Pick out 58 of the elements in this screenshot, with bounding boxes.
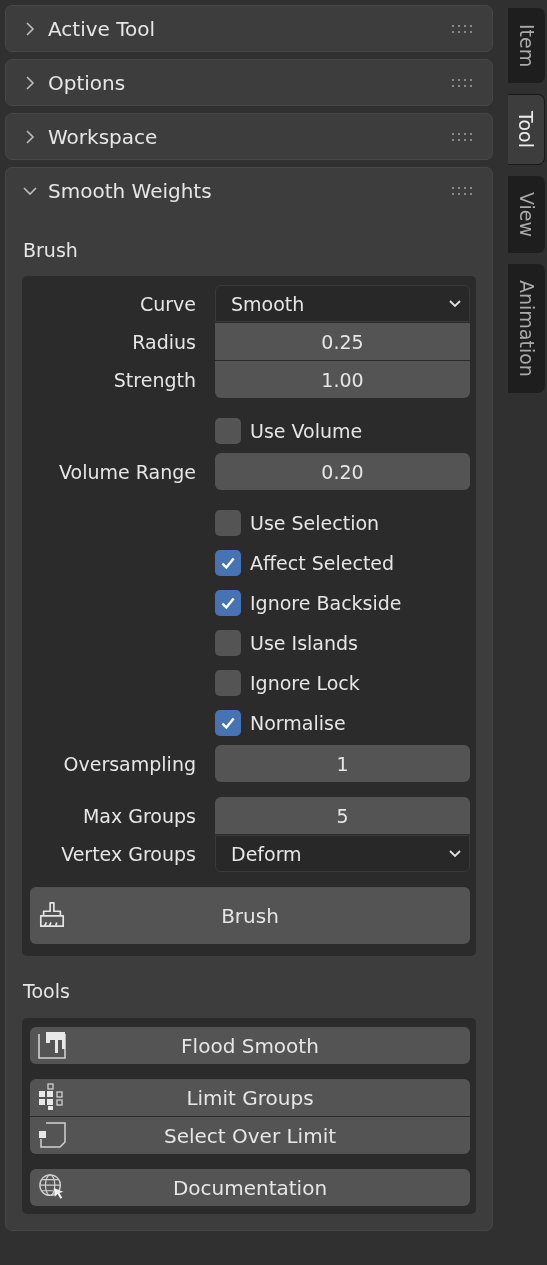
- field-label: Volume Range: [59, 460, 196, 483]
- checkbox[interactable]: [215, 418, 241, 444]
- checkbox[interactable]: [215, 710, 241, 736]
- drag-grip-icon[interactable]: [452, 186, 474, 195]
- field-label: Vertex Groups: [61, 842, 196, 865]
- checkbox[interactable]: [215, 670, 241, 696]
- grid-icon: [38, 1083, 66, 1111]
- brush-icon: [38, 901, 66, 929]
- checkbox-label: Use Volume: [250, 420, 363, 442]
- tool-button[interactable]: Documentation: [30, 1169, 470, 1206]
- panel-title: Smooth Weights: [48, 178, 213, 203]
- brush-button[interactable]: Brush: [30, 887, 470, 944]
- panel-title: Workspace: [48, 124, 159, 149]
- number-field[interactable]: 5: [215, 797, 470, 834]
- number-field[interactable]: 1: [215, 745, 470, 782]
- panel-title: Options: [48, 70, 127, 95]
- drag-grip-icon[interactable]: [452, 24, 474, 33]
- dropdown[interactable]: Smooth: [215, 285, 470, 322]
- dropdown[interactable]: Deform: [215, 835, 470, 872]
- number-field[interactable]: 0.25: [215, 323, 470, 360]
- field-label: Max Groups: [82, 804, 196, 827]
- globe-cursor-icon: [38, 1173, 66, 1201]
- side-tab[interactable]: Item: [508, 8, 545, 84]
- checkbox-label: Use Islands: [250, 632, 358, 654]
- section-label: Tools: [22, 979, 71, 1004]
- caret-icon: [449, 299, 461, 308]
- panel-title: Active Tool: [48, 16, 157, 41]
- panel-header[interactable]: Smooth Weights: [6, 168, 492, 213]
- checkbox[interactable]: [215, 510, 241, 536]
- field-label: Strength: [113, 368, 196, 391]
- checkbox[interactable]: [215, 590, 241, 616]
- tool-button[interactable]: Flood Smooth: [30, 1027, 470, 1064]
- checkbox-label: Normalise: [250, 712, 346, 734]
- panel-header[interactable]: Workspace: [6, 114, 492, 159]
- number-field[interactable]: 0.20: [215, 453, 470, 490]
- number-field[interactable]: 1.00: [215, 361, 470, 398]
- side-tab[interactable]: Tool: [508, 94, 545, 166]
- fill-icon: [38, 1031, 66, 1059]
- section-label: Brush: [22, 238, 79, 263]
- checkbox-label: Affect Selected: [250, 552, 395, 574]
- tool-button[interactable]: Limit Groups: [30, 1079, 470, 1116]
- caret-icon: [449, 849, 461, 858]
- checkbox[interactable]: [215, 550, 241, 576]
- checkbox-label: Ignore Lock: [250, 672, 360, 694]
- face-select-icon: [38, 1121, 66, 1149]
- checkbox-label: Ignore Backside: [250, 592, 402, 614]
- side-tab[interactable]: Animation: [508, 264, 545, 394]
- tool-button[interactable]: Select Over Limit: [30, 1117, 470, 1154]
- checkbox[interactable]: [215, 630, 241, 656]
- field-label: Oversampling: [63, 752, 196, 775]
- checkbox-label: Use Selection: [250, 512, 380, 534]
- drag-grip-icon[interactable]: [452, 132, 474, 141]
- side-tab[interactable]: View: [508, 176, 545, 254]
- panel-header[interactable]: Active Tool: [6, 6, 492, 51]
- drag-grip-icon[interactable]: [452, 78, 474, 87]
- field-label: Radius: [132, 330, 196, 353]
- field-label: Curve: [139, 292, 196, 315]
- panel-header[interactable]: Options: [6, 60, 492, 105]
